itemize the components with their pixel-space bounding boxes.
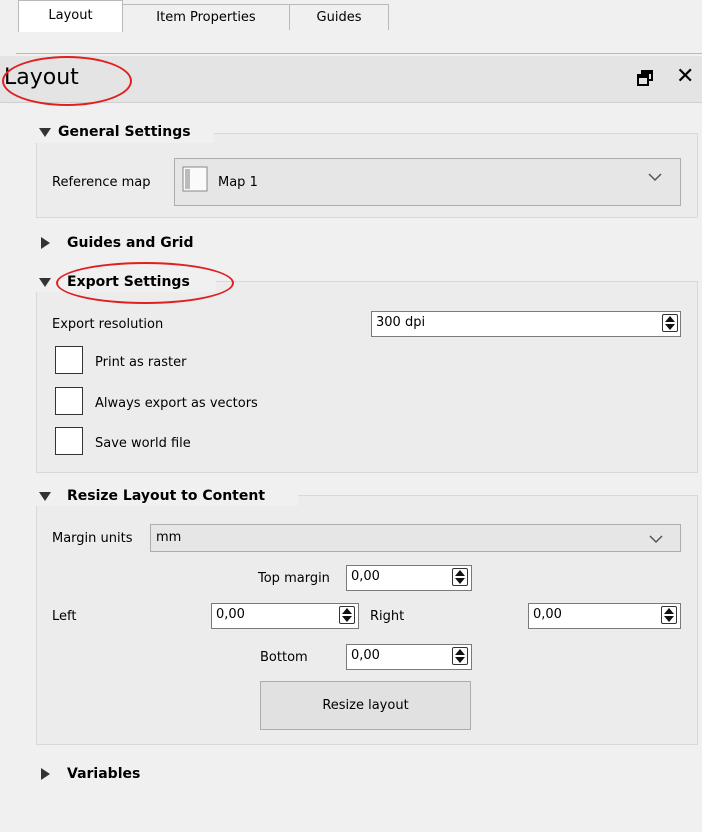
annotation-ellipse-export — [56, 262, 234, 304]
print-as-raster-label: Print as raster — [95, 355, 187, 370]
tab-item-properties[interactable]: Item Properties — [121, 4, 291, 30]
tab-guides[interactable]: Guides — [289, 4, 389, 30]
annotation-ellipse-layout — [2, 56, 132, 106]
right-margin-value: 0,00 — [533, 607, 562, 622]
bottom-margin-label: Bottom — [260, 650, 308, 665]
save-world-file-checkbox[interactable] — [55, 427, 83, 455]
close-icon[interactable]: ✕ — [676, 64, 694, 90]
export-resolution-spinbox[interactable]: 300 dpi — [371, 311, 681, 337]
margin-units-label: Margin units — [52, 531, 133, 546]
print-as-raster-checkbox[interactable] — [55, 346, 83, 374]
margin-units-value: mm — [156, 530, 182, 545]
bottom-margin-spinbox[interactable]: 0,00 — [346, 644, 472, 670]
map-icon — [182, 166, 208, 192]
right-margin-label: Right — [370, 609, 405, 624]
tab-baseline — [16, 53, 702, 54]
top-margin-spinbox[interactable]: 0,00 — [346, 565, 472, 591]
spin-arrows-icon[interactable] — [661, 606, 677, 624]
left-margin-spinbox[interactable]: 0,00 — [211, 603, 359, 629]
spin-arrows-icon[interactable] — [339, 606, 355, 624]
spin-arrows-icon[interactable] — [662, 314, 678, 332]
collapse-down-icon[interactable] — [39, 492, 51, 501]
export-resolution-value: 300 dpi — [376, 315, 426, 330]
chevron-down-icon[interactable] — [648, 170, 662, 186]
reference-map-label: Reference map — [52, 175, 151, 190]
save-world-file-label: Save world file — [95, 436, 191, 451]
guides-grid-title[interactable]: Guides and Grid — [67, 233, 194, 253]
export-resolution-label: Export resolution — [52, 317, 164, 332]
left-margin-value: 0,00 — [216, 607, 245, 622]
resize-layout-button[interactable]: Resize layout — [260, 681, 471, 730]
spin-arrows-icon[interactable] — [452, 647, 468, 665]
resize-layout-title[interactable]: Resize Layout to Content — [67, 486, 265, 506]
general-settings-title[interactable]: General Settings — [58, 122, 191, 142]
always-export-vectors-checkbox[interactable] — [55, 387, 83, 415]
top-margin-label: Top margin — [258, 571, 330, 586]
expand-right-icon[interactable] — [41, 237, 50, 249]
reference-map-value: Map 1 — [218, 175, 258, 190]
margin-units-combo[interactable]: mm — [150, 524, 681, 552]
bottom-margin-value: 0,00 — [351, 648, 380, 663]
tab-layout[interactable]: Layout — [18, 0, 123, 32]
collapse-down-icon[interactable] — [39, 128, 51, 137]
spin-arrows-icon[interactable] — [452, 568, 468, 586]
chevron-down-icon[interactable] — [649, 533, 663, 548]
top-margin-value: 0,00 — [351, 569, 380, 584]
variables-title[interactable]: Variables — [67, 764, 140, 784]
left-margin-label: Left — [52, 609, 77, 624]
expand-right-icon[interactable] — [41, 768, 50, 780]
right-margin-spinbox[interactable]: 0,00 — [528, 603, 681, 629]
collapse-down-icon[interactable] — [39, 278, 51, 287]
float-window-icon[interactable] — [637, 70, 653, 86]
always-export-vectors-label: Always export as vectors — [95, 396, 258, 411]
